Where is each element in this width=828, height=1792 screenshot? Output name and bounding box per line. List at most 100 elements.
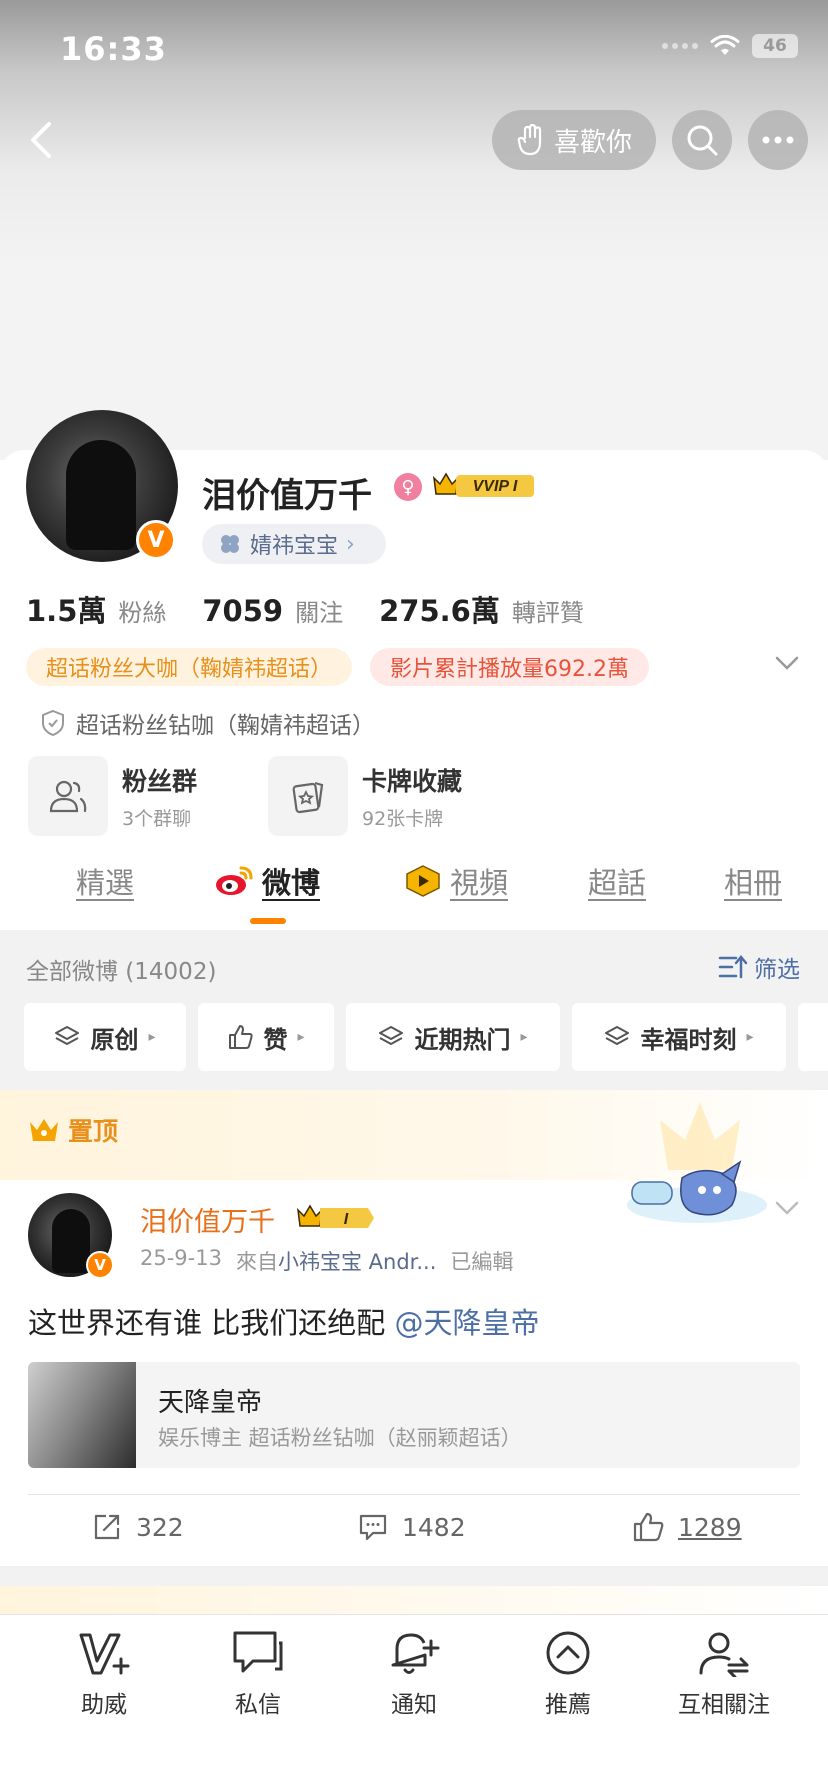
fan-group-entry[interactable]: 粉丝群 3个群聊: [28, 756, 197, 836]
mentioned-user-desc: 娱乐博主 超话粉丝钻咖（赵丽颖超话）: [158, 1426, 522, 1450]
profile-tabs: 精選 微博 視頻 超話 相冊: [0, 860, 828, 930]
repost-button[interactable]: 322: [92, 1512, 184, 1542]
diamond-fan-line[interactable]: 超话粉丝钻咖（鞠婧祎超话）: [40, 706, 375, 740]
post-body: 这世界还有谁 比我们还绝配 @天降皇帝: [28, 1300, 539, 1342]
caret-right-icon: ▸: [520, 1029, 528, 1045]
like-you-label: 喜歡你: [553, 127, 632, 158]
post-source-prefix: 來自: [235, 1250, 278, 1274]
comment-button[interactable]: 1482: [358, 1512, 466, 1542]
profile-name: 泪价值万千: [202, 476, 372, 516]
fans-count[interactable]: 1.5萬: [26, 588, 106, 630]
filter-label: 筛选: [754, 957, 800, 983]
vip-badge-icon: I: [296, 1204, 374, 1228]
caret-right-icon: ▸: [297, 1029, 305, 1045]
shield-icon: [42, 709, 64, 737]
verified-v-icon: V: [86, 1251, 114, 1279]
mutual-follow-icon: [699, 1632, 749, 1677]
tab-featured[interactable]: 精選: [76, 860, 134, 902]
like-button[interactable]: 1289: [632, 1512, 742, 1542]
post-menu-chevron-icon[interactable]: [774, 1200, 800, 1216]
chevron-down-icon[interactable]: [774, 655, 800, 671]
nav-cheer-label: 助威: [81, 1692, 127, 1718]
chip-happy-moments[interactable]: 幸福时刻 ▸: [572, 1003, 786, 1071]
nav-notifications-label: 通知: [391, 1692, 437, 1718]
search-button[interactable]: [672, 110, 732, 170]
chip-trending[interactable]: 近期热门 ▸: [346, 1003, 560, 1071]
chip-original[interactable]: 原创 ▸: [24, 1003, 186, 1071]
profile-screen: 16:33 46 喜歡你 V 泪价值万千 ♀ VVIP I 婧祎宝宝 › 1.5…: [0, 0, 828, 1792]
nav-mutual-follow[interactable]: 互相關注: [664, 1629, 784, 1719]
group-label: 婧祎宝宝: [250, 534, 339, 559]
chip-happy-moments-label: 幸福时刻: [640, 1025, 737, 1054]
post-author-avatar[interactable]: V: [28, 1193, 114, 1279]
mentioned-user-name: 天降皇帝: [158, 1388, 263, 1418]
nav-recommend[interactable]: 推薦: [508, 1629, 628, 1719]
thumbs-up-icon: [633, 1512, 664, 1542]
profile-tags: 超话粉丝大咖（鞠婧祎超话） 影片累計播放量692.2萬: [26, 648, 649, 686]
vvip-badge-icon[interactable]: VVIP I: [432, 470, 538, 500]
group-pill[interactable]: 婧祎宝宝 ›: [202, 524, 386, 564]
tab-albums[interactable]: 相冊: [724, 860, 782, 902]
hand-wave-icon: [517, 124, 542, 156]
post-source[interactable]: 小祎宝宝 Andr...: [278, 1250, 436, 1274]
layers-icon: [55, 1026, 80, 1045]
tab-videos[interactable]: 視頻: [404, 860, 508, 902]
filter-button[interactable]: 筛选: [718, 950, 800, 984]
card-collection-entry[interactable]: 卡牌收藏 92张卡牌: [268, 756, 462, 836]
fan-group-title: 粉丝群: [122, 766, 198, 796]
nav-mutual-follow-label: 互相關注: [678, 1692, 770, 1718]
post-text: 这世界还有谁 比我们还绝配: [28, 1306, 395, 1340]
signal-icon: [662, 43, 698, 49]
mentioned-user-card[interactable]: 天降皇帝 娱乐博主 超话粉丝钻咖（赵丽颖超话）: [28, 1362, 800, 1468]
chip-trending-label: 近期热门: [414, 1025, 511, 1054]
tab-supertopic[interactable]: 超話: [588, 860, 646, 902]
post-meta: 25-9-13 來自小祎宝宝 Andr... 已編輯: [140, 1246, 513, 1276]
post-mention[interactable]: @天降皇帝: [394, 1306, 539, 1340]
interactions-label: 轉評贊: [511, 599, 584, 627]
tab-weibo[interactable]: 微博: [214, 860, 320, 902]
bell-icon: [391, 1633, 440, 1674]
caret-right-icon: ▸: [746, 1029, 754, 1045]
post-author-name[interactable]: 泪价值万千: [140, 1200, 275, 1239]
layers-icon: [379, 1026, 404, 1045]
chevron-left-icon: [31, 122, 51, 158]
post-gap: [0, 1566, 828, 1586]
chip-liked[interactable]: 赞 ▸: [198, 1003, 334, 1071]
back-button[interactable]: [20, 115, 60, 165]
interactions-count: 275.6萬: [379, 594, 500, 628]
cheer-v-icon: [79, 1633, 130, 1675]
filter-icon: [718, 955, 748, 979]
chip-overflow[interactable]: [798, 1003, 828, 1071]
super-fan-tag[interactable]: 超话粉丝大咖（鞠婧祎超话）: [26, 648, 353, 686]
post-source-wrap: 來自小祎宝宝 Andr...: [236, 1246, 436, 1276]
nav-cheer[interactable]: 助威: [44, 1629, 164, 1719]
chevron-up-circle-icon: [546, 1631, 590, 1675]
card-collection-sub: 92张卡牌: [362, 807, 444, 830]
following-label[interactable]: 關注: [295, 593, 343, 628]
comment-count: 1482: [402, 1512, 466, 1542]
post-filter-area: 全部微博 (14002) 筛选 原创 ▸ 赞 ▸ 近期热门 ▸ 幸福时刻 ▸: [0, 930, 828, 1090]
caret-right-icon: ▸: [148, 1029, 156, 1045]
profile-avatar[interactable]: V: [26, 410, 178, 562]
more-button[interactable]: [748, 110, 808, 170]
chip-original-label: 原创: [90, 1025, 139, 1054]
repost-count: 322: [136, 1512, 184, 1542]
weibo-logo-icon: [216, 866, 253, 895]
fans-label[interactable]: 粉絲: [118, 593, 166, 628]
like-you-button[interactable]: 喜歡你: [492, 110, 656, 170]
nav-messages[interactable]: 私信: [198, 1629, 318, 1719]
wifi-icon: [710, 35, 740, 55]
nav-notifications[interactable]: 通知: [354, 1629, 474, 1719]
chevron-right-icon: ›: [346, 531, 355, 557]
tab-active-indicator: [250, 918, 286, 924]
profile-stats: 1.5萬 粉絲 7059 關注 275.6萬 轉評贊: [26, 588, 620, 630]
female-gender-icon: ♀: [394, 473, 422, 501]
crown-icon: [30, 1119, 58, 1141]
status-time: 16:33: [60, 30, 167, 68]
comment-icon: [359, 1514, 387, 1541]
play-count-tag[interactable]: 影片累計播放量692.2萬: [370, 648, 649, 686]
search-icon: [687, 125, 718, 156]
nav-recommend-label: 推薦: [545, 1692, 591, 1718]
profile-header: 16:33 46 喜歡你: [0, 0, 828, 460]
following-count[interactable]: 7059: [202, 594, 283, 628]
